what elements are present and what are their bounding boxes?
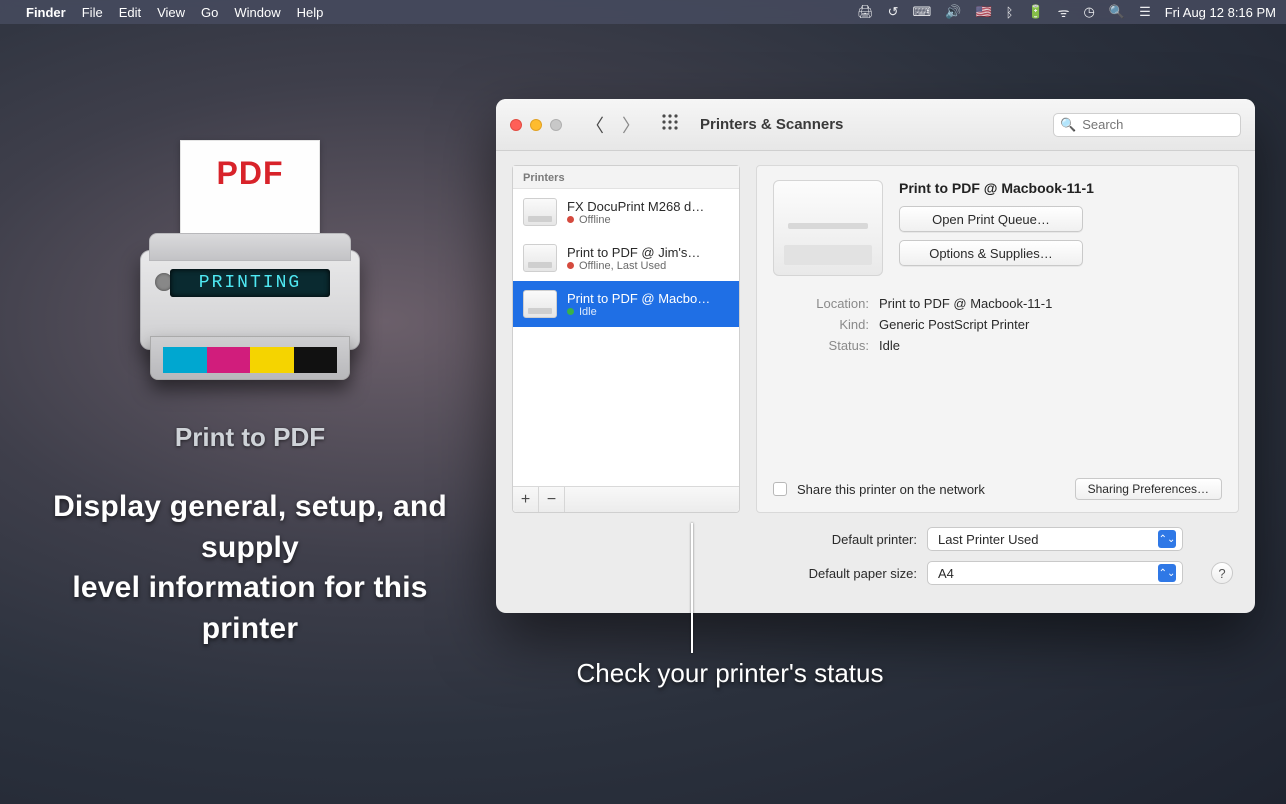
printer-large-icon — [773, 180, 883, 276]
printer-thumb-icon — [523, 290, 557, 318]
share-printer-label: Share this printer on the network — [797, 482, 985, 497]
search-input[interactable] — [1082, 117, 1255, 132]
status-dot-icon — [567, 216, 574, 223]
flag-icon[interactable]: 🇺🇸 — [975, 4, 991, 20]
menu-view[interactable]: View — [157, 5, 185, 20]
show-all-icon[interactable] — [662, 114, 678, 135]
printer-name: Print to PDF @ Macbo… — [567, 291, 710, 306]
default-printer-value: Last Printer Used — [938, 532, 1038, 547]
printer-status: Idle — [567, 306, 710, 318]
detail-title: Print to PDF @ Macbook-11-1 — [899, 180, 1222, 196]
chevron-updown-icon: ⌃⌄ — [1158, 564, 1176, 582]
meta-status-label: Status: — [773, 338, 869, 353]
bluetooth-icon[interactable]: ᛒ — [1006, 5, 1014, 20]
remove-printer-button[interactable]: − — [539, 487, 565, 512]
printer-name: FX DocuPrint M268 d… — [567, 199, 704, 214]
default-paper-value: A4 — [938, 566, 954, 581]
menu-window[interactable]: Window — [234, 5, 280, 20]
printer-list-item-selected[interactable]: Print to PDF @ Macbo… Idle — [513, 281, 739, 327]
minimize-button[interactable] — [530, 119, 542, 131]
printer-list-item[interactable]: Print to PDF @ Jim's… Offline, Last Used — [513, 235, 739, 281]
printer-lcd: PRINTING — [170, 269, 330, 297]
sharing-preferences-button[interactable]: Sharing Preferences… — [1075, 478, 1222, 500]
caption-text: Check your printer's status — [500, 658, 960, 689]
add-printer-button[interactable]: + — [513, 487, 539, 512]
menu-go[interactable]: Go — [201, 5, 218, 20]
caption-connector — [691, 523, 693, 653]
window-title: Printers & Scanners — [700, 116, 843, 133]
volume-icon[interactable]: 🔊 — [945, 4, 961, 20]
status-dot-icon — [567, 308, 574, 315]
default-printer-label: Default printer: — [832, 532, 917, 547]
options-supplies-button[interactable]: Options & Supplies… — [899, 240, 1083, 266]
meta-location-value: Print to PDF @ Macbook-11-1 — [879, 296, 1052, 311]
printer-thumb-icon — [523, 198, 557, 226]
battery-icon[interactable]: 🔋 — [1027, 4, 1043, 20]
user-icon[interactable]: ◷ — [1084, 4, 1095, 20]
forward-button: 〉 — [622, 112, 640, 138]
default-paper-label: Default paper size: — [809, 566, 917, 581]
printers-scanners-window: 〈 〉 Printers & Scanners 🔍 Printers FX Do… — [496, 99, 1255, 613]
default-options: Default printer: Last Printer Used ⌃⌄ De… — [512, 527, 1239, 585]
zoom-button[interactable] — [550, 119, 562, 131]
help-button[interactable]: ? — [1211, 562, 1233, 584]
printers-sidebar: Printers FX DocuPrint M268 d… Offline — [512, 165, 740, 513]
menu-help[interactable]: Help — [297, 5, 324, 20]
back-button[interactable]: 〈 — [586, 112, 604, 138]
status-dot-icon — [567, 262, 574, 269]
menu-bar: Finder File Edit View Go Window Help 🖨 ↺… — [0, 0, 1286, 24]
printer-thumb-icon — [523, 244, 557, 272]
printer-menulet-icon[interactable]: 🖨 — [857, 4, 874, 20]
wifi-icon[interactable]: ᯤ — [1058, 3, 1070, 21]
meta-location-label: Location: — [773, 296, 869, 311]
promo-title: Print to PDF — [175, 422, 325, 453]
meta-kind-label: Kind: — [773, 317, 869, 332]
sidebar-footer: + − — [513, 486, 739, 512]
printer-status: Offline, Last Used — [567, 260, 700, 272]
printer-tray — [150, 336, 350, 380]
default-printer-select[interactable]: Last Printer Used ⌃⌄ — [927, 527, 1183, 551]
printer-illustration: PDF PRINTING — [130, 140, 370, 400]
printer-body: PRINTING — [140, 250, 360, 350]
printer-meta: Location: Print to PDF @ Macbook-11-1 Ki… — [773, 296, 1222, 359]
printer-name: Print to PDF @ Jim's… — [567, 245, 700, 260]
chevron-updown-icon: ⌃⌄ — [1158, 530, 1176, 548]
close-button[interactable] — [510, 119, 522, 131]
menu-file[interactable]: File — [82, 5, 103, 20]
app-menu[interactable]: Finder — [26, 5, 66, 20]
traffic-lights — [510, 119, 562, 131]
window-titlebar: 〈 〉 Printers & Scanners 🔍 — [496, 99, 1255, 151]
search-field[interactable]: 🔍 — [1053, 113, 1241, 137]
meta-status-value: Idle — [879, 338, 900, 353]
printer-detail-panel: Print to PDF @ Macbook-11-1 Open Print Q… — [756, 165, 1239, 513]
spotlight-icon[interactable]: 🔍 — [1109, 4, 1125, 20]
printer-status: Offline — [567, 214, 704, 226]
share-printer-checkbox[interactable] — [773, 482, 787, 496]
meta-kind-value: Generic PostScript Printer — [879, 317, 1029, 332]
keyboard-menulet-icon[interactable]: ⌨ — [913, 4, 932, 20]
notification-center-icon[interactable]: ☰ — [1139, 4, 1151, 20]
open-print-queue-button[interactable]: Open Print Queue… — [899, 206, 1083, 232]
sidebar-header: Printers — [513, 166, 739, 189]
promo-panel: PDF PRINTING Print to PDF Display genera… — [0, 140, 500, 649]
time-machine-icon[interactable]: ↺ — [888, 4, 899, 20]
default-paper-select[interactable]: A4 ⌃⌄ — [927, 561, 1183, 585]
printer-list-item[interactable]: FX DocuPrint M268 d… Offline — [513, 189, 739, 235]
promo-tagline: Display general, setup, and supply level… — [0, 487, 500, 649]
menu-edit[interactable]: Edit — [119, 5, 141, 20]
menu-clock[interactable]: Fri Aug 12 8:16 PM — [1165, 5, 1276, 20]
search-icon: 🔍 — [1060, 117, 1076, 133]
pdf-label: PDF — [217, 155, 284, 192]
printer-list: FX DocuPrint M268 d… Offline Print to PD… — [513, 189, 739, 486]
